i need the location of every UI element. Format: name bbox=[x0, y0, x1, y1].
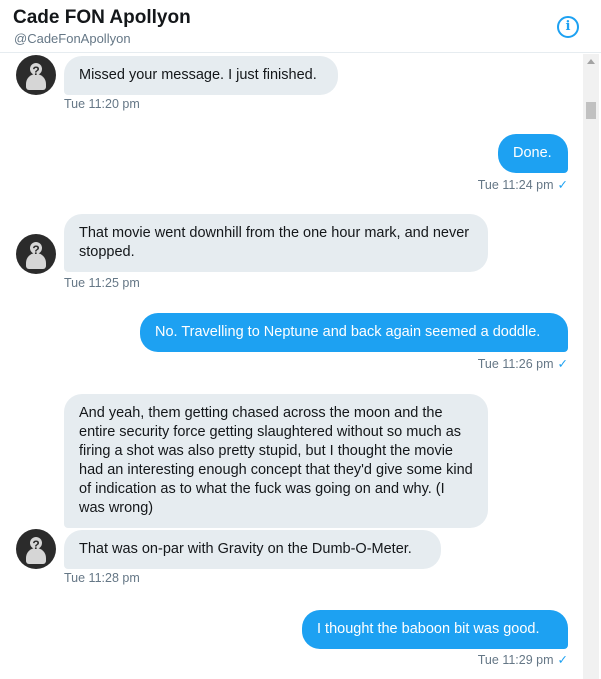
message-list[interactable]: ? Missed your message. I just finished. … bbox=[0, 54, 601, 679]
message-bubble-outgoing[interactable]: Done. bbox=[498, 134, 568, 173]
message-text: That was on-par with Gravity on the Dumb… bbox=[79, 541, 412, 557]
avatar[interactable]: ? bbox=[16, 529, 56, 569]
read-check-icon: ✓ bbox=[557, 653, 568, 667]
contact-name[interactable]: Cade FON Apollyon bbox=[13, 7, 191, 29]
message-text: Done. bbox=[513, 145, 552, 161]
avatar[interactable]: ? bbox=[16, 55, 56, 95]
message-text: No. Travelling to Neptune and back again… bbox=[155, 324, 541, 340]
read-check-icon: ✓ bbox=[557, 178, 568, 192]
message-bubble-incoming[interactable]: And yeah, them getting chased across the… bbox=[64, 394, 488, 528]
message-timestamp: Tue 11:29 pm ✓ bbox=[477, 653, 568, 667]
message-bubble-outgoing[interactable]: No. Travelling to Neptune and back again… bbox=[140, 313, 568, 352]
conversation-header: Cade FON Apollyon @CadeFonApollyon i bbox=[0, 0, 601, 53]
message-bubble-outgoing[interactable]: I thought the baboon bit was good. bbox=[302, 610, 568, 649]
avatar[interactable]: ? bbox=[16, 234, 56, 274]
scrollbar[interactable] bbox=[583, 54, 599, 679]
scroll-thumb[interactable] bbox=[586, 102, 596, 119]
message-text: Missed your message. I just finished. bbox=[79, 67, 317, 83]
message-text: That movie went downhill from the one ho… bbox=[79, 225, 470, 260]
message-timestamp: Tue 11:26 pm ✓ bbox=[477, 357, 568, 371]
message-text: And yeah, them getting chased across the… bbox=[79, 405, 473, 516]
info-icon[interactable]: i bbox=[557, 16, 579, 38]
message-bubble-incoming[interactable]: Missed your message. I just finished. bbox=[64, 56, 338, 95]
message-bubble-incoming[interactable]: That movie went downhill from the one ho… bbox=[64, 214, 488, 272]
message-timestamp: Tue 11:28 pm bbox=[64, 571, 140, 585]
message-timestamp: Tue 11:25 pm bbox=[64, 276, 140, 290]
read-check-icon: ✓ bbox=[557, 357, 568, 371]
scroll-up-arrow-icon[interactable] bbox=[583, 54, 599, 70]
message-timestamp: Tue 11:24 pm ✓ bbox=[477, 178, 568, 192]
message-text: I thought the baboon bit was good. bbox=[317, 621, 540, 637]
message-bubble-incoming[interactable]: That was on-par with Gravity on the Dumb… bbox=[64, 530, 441, 569]
contact-handle[interactable]: @CadeFonApollyon bbox=[14, 31, 131, 46]
message-timestamp: Tue 11:20 pm bbox=[64, 97, 140, 111]
